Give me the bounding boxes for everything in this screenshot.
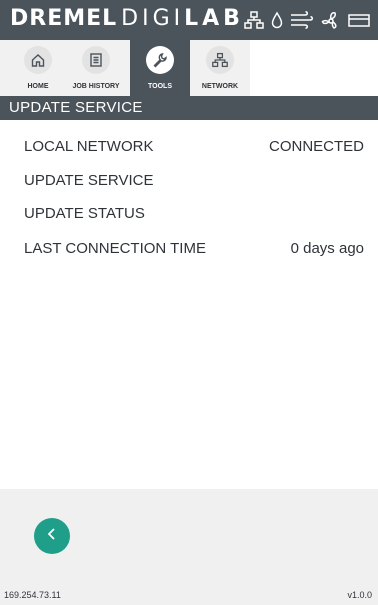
tab-job-history-label: JOB HISTORY <box>72 83 120 90</box>
brand-digi: DIGI <box>121 6 185 31</box>
tab-tools[interactable]: TOOLS <box>130 40 190 96</box>
chevron-left-icon <box>45 527 59 546</box>
back-button[interactable] <box>34 518 70 554</box>
tab-home-label: HOME <box>27 83 49 90</box>
info-row-update-service: UPDATE SERVICE <box>24 172 364 196</box>
battery-icon <box>348 12 370 28</box>
network-icon <box>244 11 264 29</box>
tab-home[interactable]: HOME <box>8 40 68 96</box>
tab-bar-spacer <box>250 40 378 96</box>
info-row-local-network: LOCAL NETWORK CONNECTED <box>24 138 364 162</box>
tab-network[interactable]: NETWORK <box>190 40 250 96</box>
section-header: UPDATE SERVICE <box>0 96 378 120</box>
app-header: DREMEL DIGI LAB <box>0 0 378 40</box>
network-icon <box>206 46 234 74</box>
wrench-icon <box>146 46 174 74</box>
row-key: UPDATE SERVICE <box>24 172 154 189</box>
section-title: UPDATE SERVICE <box>9 99 143 116</box>
row-key: LOCAL NETWORK <box>24 138 154 155</box>
document-icon <box>82 46 110 74</box>
row-key: UPDATE STATUS <box>24 205 145 222</box>
fan-blades-icon <box>321 11 341 29</box>
info-row-update-status: UPDATE STATUS <box>24 205 364 229</box>
brand-lab: LAB <box>184 6 244 31</box>
brand-logo: DREMEL DIGI LAB <box>10 6 244 34</box>
tab-job-history[interactable]: JOB HISTORY <box>66 40 126 96</box>
tab-tools-label: TOOLS <box>148 83 172 90</box>
tab-network-label: NETWORK <box>201 83 239 90</box>
row-key: LAST CONNECTION TIME <box>24 240 206 257</box>
row-value: CONNECTED <box>268 138 364 155</box>
fan-icon <box>290 11 314 29</box>
brand-dremel: DREMEL <box>10 6 118 31</box>
version-label: v1.0.0 <box>347 590 372 600</box>
home-icon <box>24 46 52 74</box>
droplet-icon <box>271 11 283 29</box>
info-row-last-connection: LAST CONNECTION TIME 0 days ago <box>24 240 364 264</box>
status-icons <box>244 9 370 31</box>
row-value: 0 days ago <box>290 240 364 257</box>
ip-address: 169.254.73.11 <box>4 590 61 600</box>
